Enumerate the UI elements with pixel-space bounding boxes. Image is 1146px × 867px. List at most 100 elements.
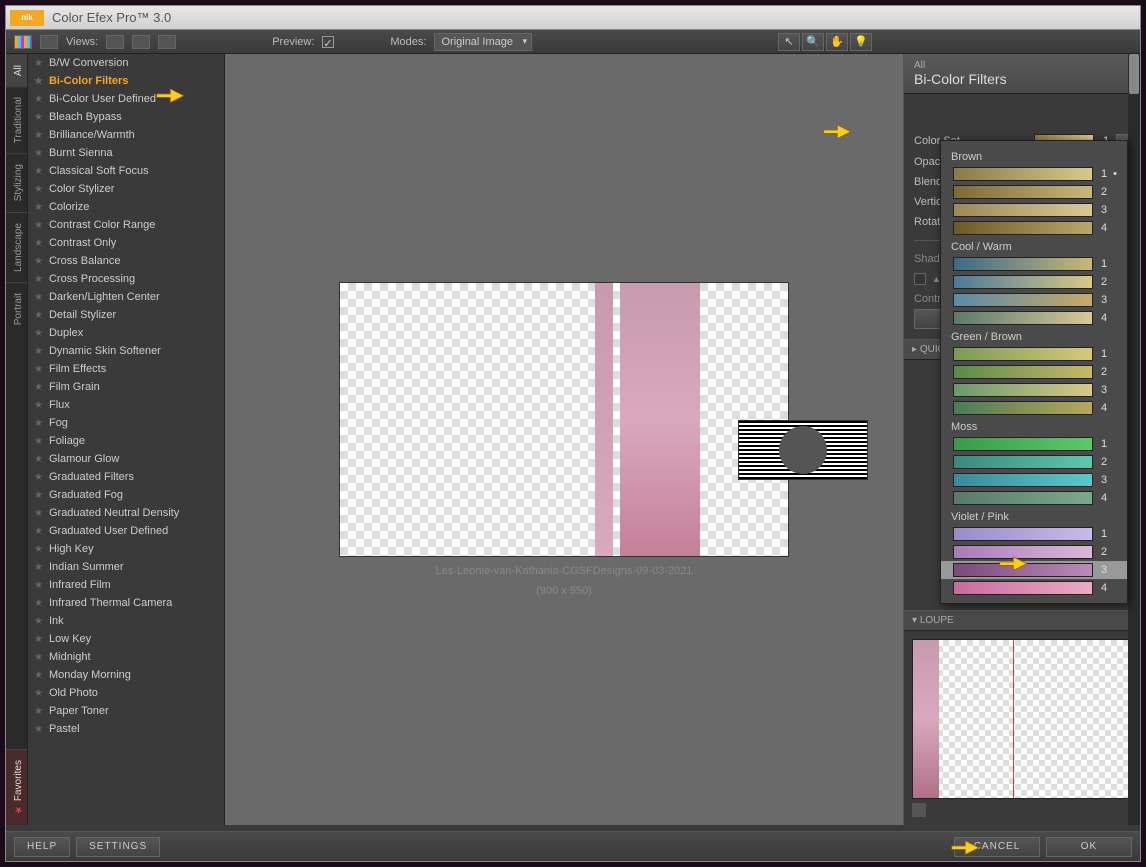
filter-item[interactable]: ★Infrared Film [28,576,224,594]
favorite-star-icon[interactable]: ★ [34,346,43,357]
preview-checkbox[interactable]: ✓ [322,36,334,48]
favorite-star-icon[interactable]: ★ [34,634,43,645]
filter-item[interactable]: ★High Key [28,540,224,558]
right-panel-scrollbar[interactable] [1128,54,1140,825]
color-swatch-item[interactable]: 2 [941,183,1127,201]
filter-item[interactable]: ★Bleach Bypass [28,108,224,126]
layout-1[interactable] [106,35,124,49]
loupe-header[interactable]: LOUPE [904,610,1140,631]
color-swatch-item[interactable]: 1 [941,435,1127,453]
color-swatch-item[interactable]: 1• [941,165,1127,183]
favorite-star-icon[interactable]: ★ [34,724,43,735]
shadows-checkbox[interactable] [914,273,926,285]
color-swatch-item[interactable]: 2 [941,273,1127,291]
favorite-star-icon[interactable]: ★ [34,616,43,627]
color-swatch-item[interactable]: 2 [941,543,1127,561]
favorite-star-icon[interactable]: ★ [34,76,43,87]
favorite-star-icon[interactable]: ★ [34,382,43,393]
favorite-star-icon[interactable]: ★ [34,508,43,519]
color-swatch-item[interactable]: 4 [941,489,1127,507]
filter-item[interactable]: ★Graduated Neutral Density [28,504,224,522]
filter-list[interactable]: ★B/W Conversion★Bi-Color Filters★Bi-Colo… [28,54,225,825]
filter-item[interactable]: ★Fog [28,414,224,432]
favorite-star-icon[interactable]: ★ [34,94,43,105]
filter-item[interactable]: ★Detail Stylizer [28,306,224,324]
favorite-star-icon[interactable]: ★ [34,328,43,339]
favorite-star-icon[interactable]: ★ [34,202,43,213]
filter-item[interactable]: ★Bi-Color User Defined [28,90,224,108]
filter-item[interactable]: ★B/W Conversion [28,54,224,72]
favorite-star-icon[interactable]: ★ [34,598,43,609]
favorite-star-icon[interactable]: ★ [34,220,43,231]
filter-item[interactable]: ★Color Stylizer [28,180,224,198]
color-swatch-item[interactable]: 4 [941,399,1127,417]
favorite-star-icon[interactable]: ★ [34,58,43,69]
side-tab-stylizing[interactable]: Stylizing [6,153,27,211]
filter-item[interactable]: ★Contrast Only [28,234,224,252]
favorite-star-icon[interactable]: ★ [34,148,43,159]
favorite-star-icon[interactable]: ★ [34,184,43,195]
filter-item[interactable]: ★Flux [28,396,224,414]
filter-item[interactable]: ★Cross Balance [28,252,224,270]
filter-item[interactable]: ★Paper Toner [28,702,224,720]
filter-item[interactable]: ★Infrared Thermal Camera [28,594,224,612]
filter-item[interactable]: ★Graduated User Defined [28,522,224,540]
zoom-tool[interactable]: 🔍 [802,33,824,51]
light-tool[interactable]: 💡 [850,33,872,51]
favorite-star-icon[interactable]: ★ [34,274,43,285]
filter-item[interactable]: ★Pastel [28,720,224,738]
filter-item[interactable]: ★Ink [28,612,224,630]
filter-item[interactable]: ★Indian Summer [28,558,224,576]
side-tab-traditional[interactable]: Traditional [6,86,27,153]
side-tab-favorites[interactable]: ★ Favorites [6,749,27,825]
favorite-star-icon[interactable]: ★ [34,472,43,483]
side-tab-landscape[interactable]: Landscape [6,212,27,282]
color-swatch-item[interactable]: 3 [941,471,1127,489]
filter-item[interactable]: ★Glamour Glow [28,450,224,468]
ok-button[interactable]: OK [1046,837,1132,857]
color-swatch-item[interactable]: 3 [941,381,1127,399]
color-swatch-item[interactable]: 2 [941,453,1127,471]
favorite-star-icon[interactable]: ★ [34,706,43,717]
favorite-star-icon[interactable]: ★ [34,364,43,375]
favorite-star-icon[interactable]: ★ [34,436,43,447]
layout-2[interactable] [132,35,150,49]
favorite-star-icon[interactable]: ★ [34,670,43,681]
preview-image[interactable] [339,282,789,557]
side-tab-portrait[interactable]: Portrait [6,282,27,335]
favorite-star-icon[interactable]: ★ [34,238,43,249]
color-swatch-item[interactable]: 4 [941,579,1127,597]
filter-item[interactable]: ★Film Effects [28,360,224,378]
favorite-star-icon[interactable]: ★ [34,256,43,267]
favorite-star-icon[interactable]: ★ [34,418,43,429]
filter-item[interactable]: ★Brilliance/Warmth [28,126,224,144]
color-set-dropdown-panel[interactable]: Brown1•234Cool / Warm1234Green / Brown12… [940,140,1128,604]
filter-item[interactable]: ★Burnt Sienna [28,144,224,162]
filter-item[interactable]: ★Old Photo [28,684,224,702]
loupe-pin-button[interactable] [912,803,926,817]
filter-item[interactable]: ★Graduated Fog [28,486,224,504]
favorite-star-icon[interactable]: ★ [34,112,43,123]
color-swatch-item[interactable]: 1 [941,255,1127,273]
color-swatch-item[interactable]: 2 [941,363,1127,381]
favorite-star-icon[interactable]: ★ [34,688,43,699]
color-swatch-item[interactable]: 3 [941,291,1127,309]
cancel-button[interactable]: CANCEL [954,837,1040,857]
filter-item[interactable]: ★Bi-Color Filters [28,72,224,90]
favorite-star-icon[interactable]: ★ [34,400,43,411]
favorite-star-icon[interactable]: ★ [34,292,43,303]
arrow-tool[interactable]: ↖ [778,33,800,51]
favorite-star-icon[interactable]: ★ [34,166,43,177]
color-swatch-item[interactable]: 1 [941,525,1127,543]
filter-item[interactable]: ★Low Key [28,630,224,648]
favorite-star-icon[interactable]: ★ [34,526,43,537]
layout-3[interactable] [158,35,176,49]
favorite-star-icon[interactable]: ★ [34,580,43,591]
color-swatch-item[interactable]: 4 [941,219,1127,237]
view-icon-single[interactable] [40,35,58,49]
favorite-star-icon[interactable]: ★ [34,454,43,465]
favorite-star-icon[interactable]: ★ [34,130,43,141]
filter-item[interactable]: ★Foliage [28,432,224,450]
filter-item[interactable]: ★Colorize [28,198,224,216]
settings-button[interactable]: SETTINGS [76,837,160,857]
